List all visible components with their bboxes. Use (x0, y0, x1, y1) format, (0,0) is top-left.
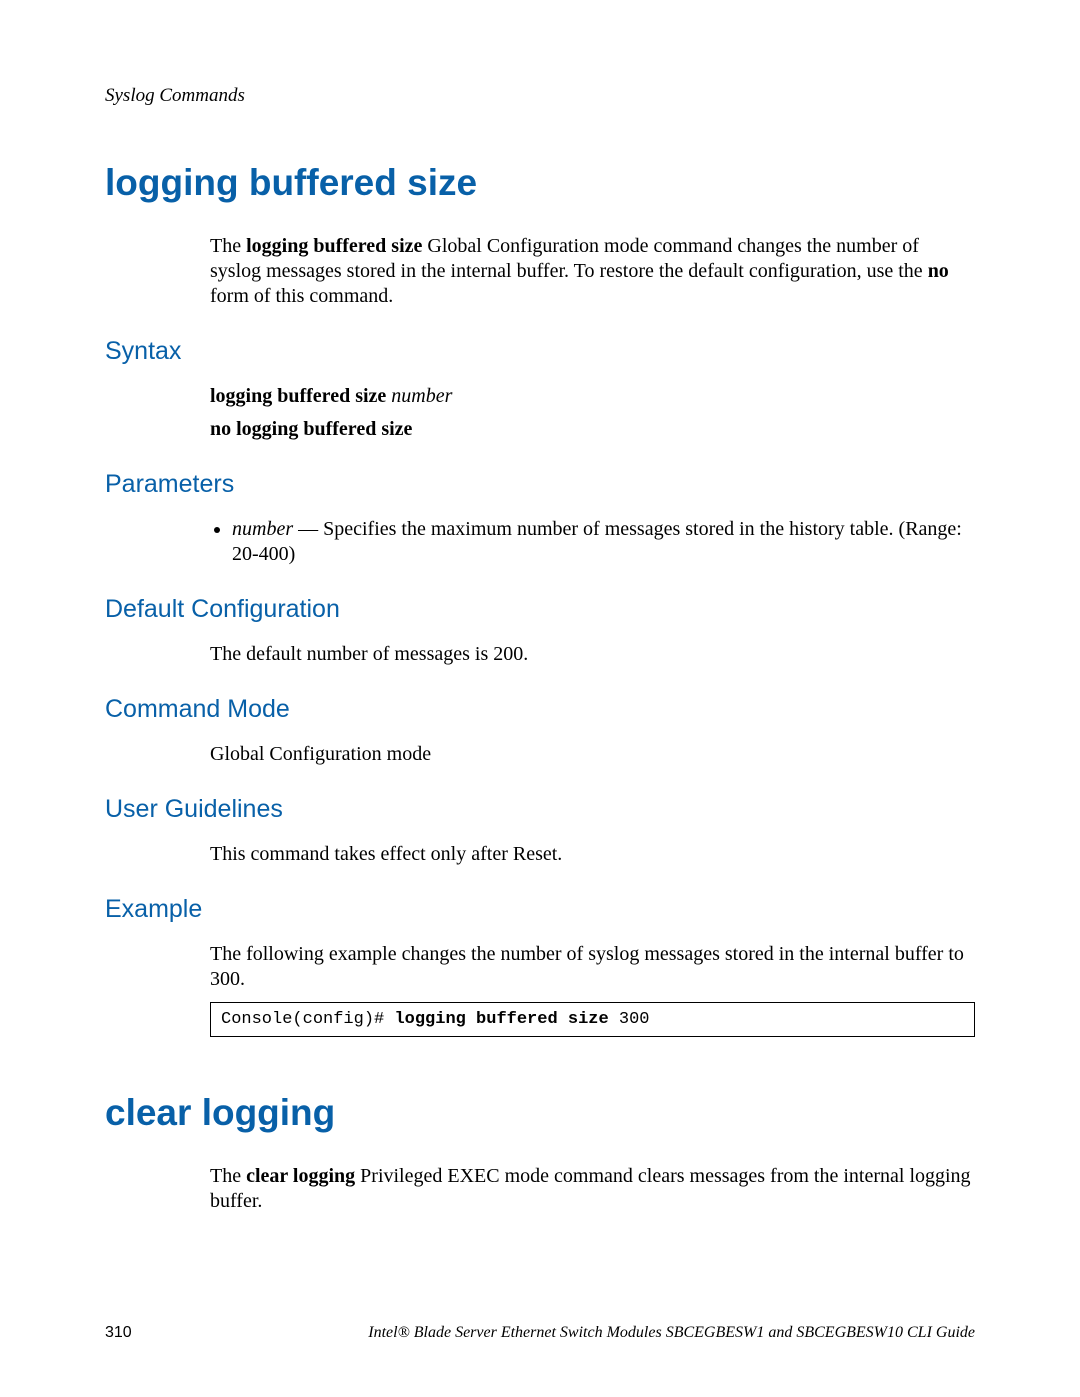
param-desc: — Specifies the maximum number of messag… (232, 518, 962, 565)
heading-default-configuration: Default Configuration (105, 595, 975, 624)
intro-text: The (210, 235, 246, 257)
heading-parameters: Parameters (105, 470, 975, 499)
page-number: 310 (105, 1324, 132, 1342)
intro-paragraph-2: The clear logging Privileged EXEC mode c… (210, 1164, 975, 1214)
code-example: Console(config)# logging buffered size 3… (210, 1002, 975, 1037)
intro-bold: clear logging (246, 1165, 355, 1187)
code-prompt: Console(config)# (221, 1010, 394, 1029)
intro-text: form of this command. (210, 285, 393, 307)
intro-bold-1: logging buffered size (246, 235, 422, 257)
intro-bold-2: no (928, 260, 949, 282)
code-command: logging buffered size (394, 1010, 608, 1029)
heading-command-mode: Command Mode (105, 695, 975, 724)
guide-title: Intel® Blade Server Ethernet Switch Modu… (368, 1324, 975, 1342)
parameters-block: number — Specifies the maximum number of… (210, 517, 975, 567)
intro-paragraph: The logging buffered size Global Configu… (210, 234, 975, 309)
syntax-arg: number (391, 385, 452, 407)
parameter-item: number — Specifies the maximum number of… (232, 517, 975, 567)
heading-user-guidelines: User Guidelines (105, 795, 975, 824)
section-title-logging-buffered-size: logging buffered size (105, 162, 975, 204)
page-footer: 310 Intel® Blade Server Ethernet Switch … (105, 1324, 975, 1342)
heading-syntax: Syntax (105, 337, 975, 366)
section-title-clear-logging: clear logging (105, 1092, 975, 1134)
syntax-command: no logging buffered size (210, 418, 412, 440)
syntax-line-2: no logging buffered size (210, 417, 975, 442)
running-header: Syslog Commands (105, 85, 975, 107)
syntax-line-1: logging buffered size number (210, 384, 975, 409)
syntax-command: logging buffered size (210, 385, 391, 407)
cmdmode-text: Global Configuration mode (210, 742, 975, 767)
page: Syslog Commands logging buffered size Th… (0, 0, 1080, 1397)
guidelines-text: This command takes effect only after Res… (210, 842, 975, 867)
example-text: The following example changes the number… (210, 942, 975, 992)
syntax-block: logging buffered size number no logging … (210, 384, 975, 442)
code-arg: 300 (609, 1010, 650, 1029)
param-name: number (232, 518, 293, 540)
heading-example: Example (105, 895, 975, 924)
parameters-list: number — Specifies the maximum number of… (210, 517, 975, 567)
example-block: The following example changes the number… (210, 942, 975, 1037)
defaultcfg-text: The default number of messages is 200. (210, 642, 975, 667)
intro-text: The (210, 1165, 246, 1187)
